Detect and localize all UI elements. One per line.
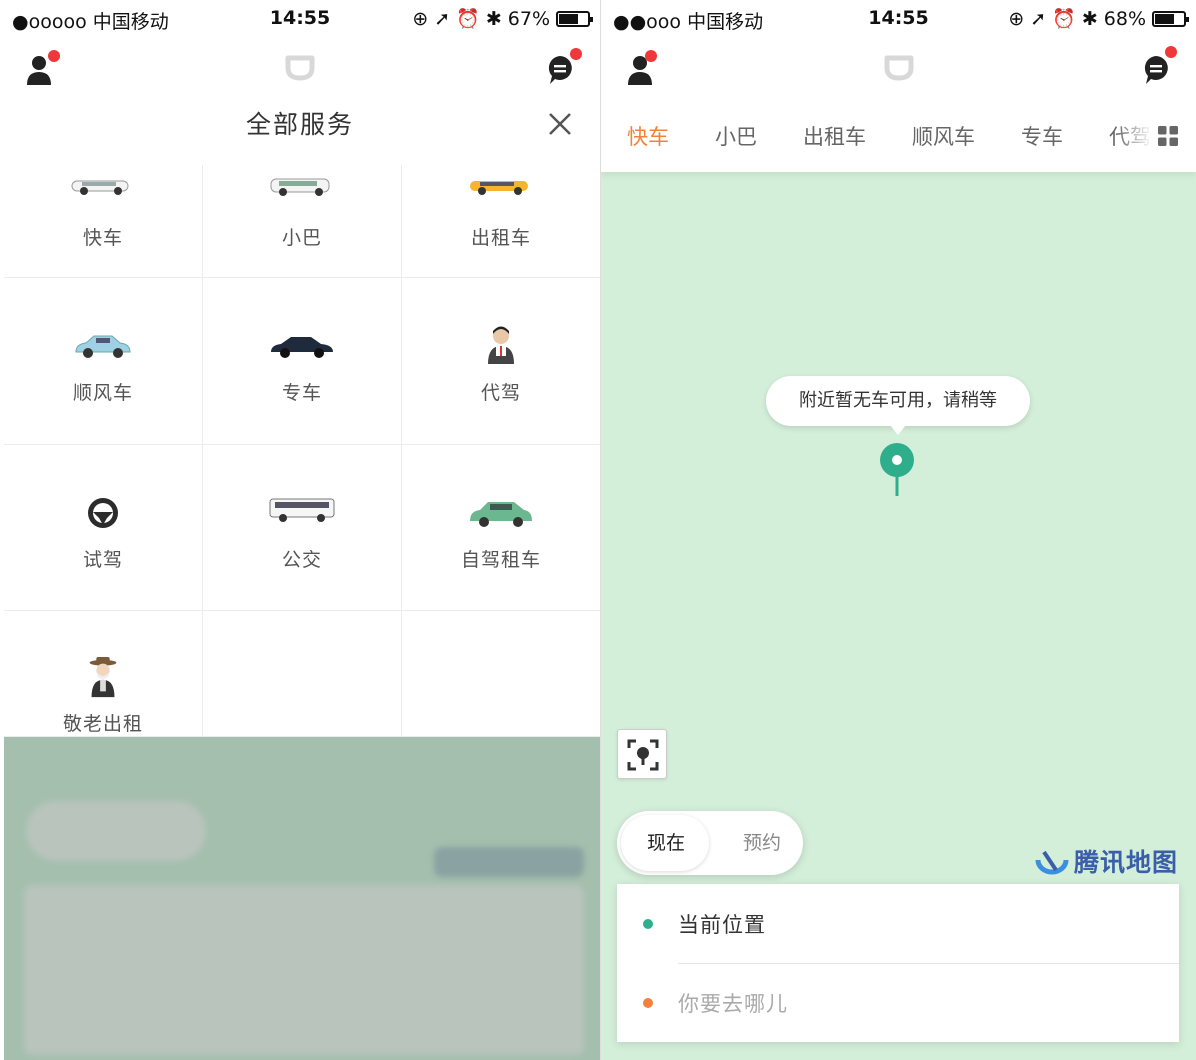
blurred-block — [434, 847, 584, 877]
battery-icon — [1152, 10, 1189, 27]
bus-icon — [269, 498, 335, 522]
service-label: 敬老出租 — [62, 713, 143, 735]
header — [601, 38, 1196, 100]
rotation-lock-icon: ⊕ — [412, 7, 429, 30]
reserve-option[interactable]: 预约 — [727, 811, 797, 875]
tencent-map-brand: 腾讯地图 — [1034, 843, 1178, 879]
services-screen: ●ooooo 中国移动 14:55 ⊕ ➚ ⏰ ✱ 67% 全部服务 快车 小巴… — [0, 0, 600, 1060]
all-services-grid-icon[interactable] — [1158, 126, 1178, 146]
tab-taxi[interactable]: 出租车 — [803, 121, 866, 151]
message-badge — [570, 48, 582, 60]
battery-icon — [556, 10, 593, 27]
blurred-block — [24, 885, 584, 1055]
message-badge — [1165, 46, 1177, 58]
destination-dot-icon — [643, 997, 653, 1008]
service-daijia[interactable]: 代驾 — [402, 278, 600, 445]
destination-field[interactable]: 你要去哪儿 — [617, 963, 1179, 1042]
empty-cell — [203, 611, 402, 737]
blurred-background — [4, 737, 600, 1060]
profile-badge — [645, 50, 657, 62]
service-label: 出租车 — [470, 227, 531, 249]
blurred-block — [26, 801, 206, 861]
service-label: 快车 — [82, 227, 123, 249]
service-taxi[interactable]: 出租车 — [402, 165, 600, 278]
green-suv-icon — [470, 502, 532, 527]
alarm-icon: ⏰ — [456, 8, 480, 30]
header — [0, 42, 600, 98]
service-label: 专车 — [281, 382, 322, 404]
tab-kuaiche[interactable]: 快车 — [627, 121, 669, 151]
white-car-icon — [71, 180, 129, 195]
service-zhuanche[interactable]: 专车 — [203, 278, 402, 445]
service-label: 试驾 — [82, 549, 123, 571]
now-option[interactable]: 现在 — [623, 811, 709, 875]
tab-fade — [1116, 100, 1196, 172]
elderly-man-icon — [89, 657, 117, 698]
minibus-icon — [270, 178, 330, 196]
battery-percent: 68% — [1103, 7, 1146, 30]
alarm-icon: ⏰ — [1052, 8, 1076, 30]
services-grid: 快车 小巴 出租车 顺风车 专车 代驾 试驾 公交 自驾租车 敬老出租 — [4, 165, 600, 737]
rotation-lock-icon: ⊕ — [1008, 7, 1025, 30]
address-card: 当前位置 你要去哪儿 — [617, 884, 1179, 1042]
tencent-map-logo-icon — [1035, 850, 1069, 875]
service-zijia-zuche[interactable]: 自驾租车 — [402, 445, 600, 611]
map-screen: ●●ooo 中国移动 14:55 ⊕ ➚ ⏰ ✱ 68% 快车 小巴 出租车 顺… — [600, 0, 1196, 1060]
no-car-bubble: 附近暂无车可用，请稍等 — [766, 376, 1030, 435]
tencent-map-label: 腾讯地图 — [1073, 848, 1178, 877]
service-jinglao-chuzu[interactable]: 敬老出租 — [4, 611, 203, 737]
service-shunfengche[interactable]: 顺风车 — [4, 278, 203, 445]
message-icon[interactable] — [546, 54, 574, 86]
message-icon[interactable] — [1142, 54, 1170, 86]
panel-title: 全部服务 — [245, 110, 354, 139]
chauffeur-icon — [488, 326, 514, 364]
close-icon[interactable] — [548, 112, 572, 136]
didi-logo-icon — [285, 55, 315, 81]
tab-xiaoba[interactable]: 小巴 — [715, 121, 757, 151]
taxi-icon — [470, 181, 528, 195]
tab-zhuanche[interactable]: 专车 — [1021, 121, 1063, 151]
bluetooth-icon: ✱ — [485, 7, 502, 30]
service-shijia[interactable]: 试驾 — [4, 445, 203, 611]
service-xiaoba[interactable]: 小巴 — [203, 165, 402, 278]
service-kuaiche[interactable]: 快车 — [4, 165, 203, 278]
location-arrow-icon: ➚ — [1030, 7, 1047, 30]
battery-fill — [559, 13, 578, 24]
pickup-location-field[interactable]: 当前位置 — [617, 884, 1179, 963]
status-bar: ●●ooo 中国移动 14:55 ⊕ ➚ ⏰ ✱ 68% — [601, 0, 1196, 38]
blue-car-icon — [75, 335, 131, 358]
bluetooth-icon: ✱ — [1081, 7, 1098, 30]
steering-wheel-icon — [88, 498, 118, 528]
service-bus[interactable]: 公交 — [203, 445, 402, 611]
pickup-text: 当前位置 — [678, 912, 766, 937]
battery-percent: 67% — [507, 7, 550, 30]
profile-badge — [48, 50, 60, 62]
service-label: 顺风车 — [72, 382, 133, 404]
service-label: 代驾 — [480, 382, 521, 404]
location-arrow-icon: ➚ — [434, 7, 451, 30]
location-pin-icon — [880, 443, 914, 496]
locate-me-button[interactable] — [617, 729, 667, 779]
destination-placeholder: 你要去哪儿 — [678, 991, 788, 1016]
service-label: 公交 — [281, 549, 322, 571]
pickup-dot-icon — [643, 918, 653, 929]
locate-icon — [627, 739, 659, 771]
black-car-icon — [271, 337, 333, 358]
status-indicators: ⊕ ➚ ⏰ ✱ 68% — [1008, 7, 1189, 30]
battery-fill — [1155, 13, 1174, 24]
service-label: 自驾租车 — [460, 549, 541, 571]
empty-cell — [402, 611, 600, 737]
status-indicators: ⊕ ➚ ⏰ ✱ 67% — [412, 7, 593, 30]
status-bar: ●ooooo 中国移动 14:55 ⊕ ➚ ⏰ ✱ 67% — [0, 0, 600, 38]
service-label: 小巴 — [281, 227, 322, 249]
tab-shunfengche[interactable]: 顺风车 — [912, 121, 975, 151]
time-switch: 现在 预约 — [617, 811, 803, 875]
didi-logo-icon — [884, 55, 913, 81]
service-tabs: 快车 小巴 出租车 顺风车 专车 代驾 — [601, 100, 1196, 172]
